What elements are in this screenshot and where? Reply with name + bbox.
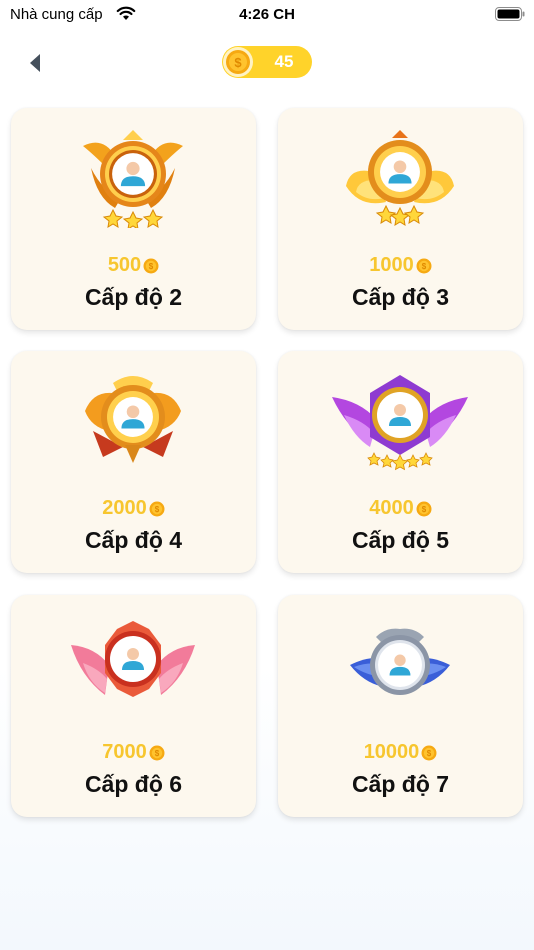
chevron-left-icon: [30, 54, 40, 72]
level-card-2[interactable]: 500 Cấp độ 2: [11, 108, 256, 330]
coin-icon: [149, 745, 165, 761]
coin-icon: [421, 745, 437, 761]
level-price: 2000: [102, 497, 147, 520]
level-price: 4000: [369, 497, 414, 520]
svg-text:$: $: [234, 55, 242, 70]
coin-balance-pill: $ 45: [222, 46, 312, 78]
level-shop-screen: Nhà cung cấp 4:26 CH $ 45 500 Cấp độ 2 1…: [0, 0, 534, 950]
level-card-3[interactable]: 1000 Cấp độ 3: [278, 108, 523, 330]
level-price: 500: [107, 254, 142, 277]
status-bar: Nhà cung cấp 4:26 CH: [0, 0, 534, 30]
gold-winged-badge-icon: [83, 130, 183, 228]
level-label: Cấp độ 7: [351, 771, 450, 797]
level-price: 1000: [369, 254, 414, 277]
level-price: 10000: [363, 741, 420, 764]
coin-icon: [143, 258, 159, 274]
price-row: 10000: [278, 741, 523, 763]
coin-balance-value: 45: [274, 52, 294, 71]
level-card-6[interactable]: 7000 Cấp độ 6: [11, 595, 256, 817]
status-time: 4:26 CH: [239, 6, 295, 23]
level-label: Cấp độ 6: [84, 771, 183, 797]
level-label: Cấp độ 4: [84, 527, 183, 553]
gold-crest-badge-icon: [85, 376, 181, 463]
level-label: Cấp độ 3: [351, 284, 450, 310]
coin-icon: [416, 258, 432, 274]
coin-icon: [416, 501, 432, 517]
level-price: 7000: [102, 741, 147, 764]
back-button[interactable]: [22, 50, 50, 76]
level-card-4[interactable]: 2000 Cấp độ 4: [11, 351, 256, 573]
blue-silver-badge-icon: [350, 628, 450, 695]
price-row: 7000: [11, 741, 256, 763]
gold-feather-badge-icon: [346, 130, 454, 226]
level-card-7[interactable]: 10000 Cấp độ 7: [278, 595, 523, 817]
coin-icon: $: [223, 47, 253, 77]
coin-icon: [149, 501, 165, 517]
purple-winged-badge-icon: [332, 375, 468, 471]
price-row: 1000: [278, 254, 523, 276]
battery-icon: [495, 7, 525, 21]
level-label: Cấp độ 5: [351, 527, 450, 553]
price-row: 2000: [11, 497, 256, 519]
price-row: 500: [11, 254, 256, 276]
pink-winged-badge-icon: [71, 621, 195, 697]
level-card-5[interactable]: 4000 Cấp độ 5: [278, 351, 523, 573]
price-row: 4000: [278, 497, 523, 519]
level-label: Cấp độ 2: [84, 284, 183, 310]
